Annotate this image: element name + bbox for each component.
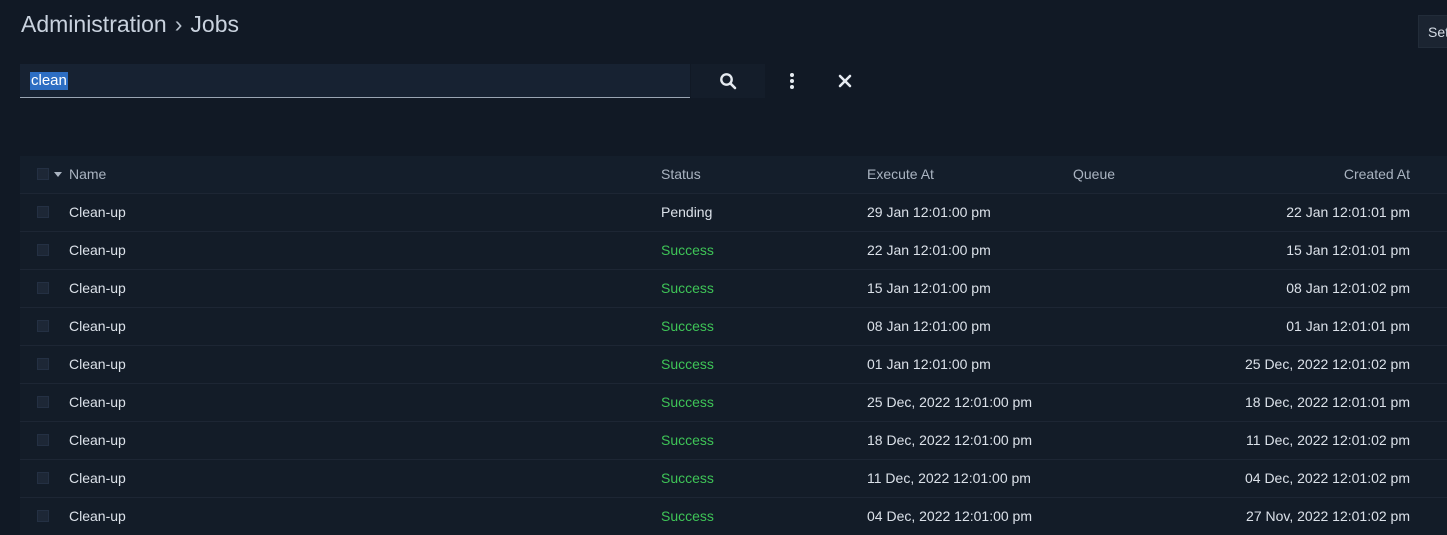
table-row[interactable]: Clean-up Success 01 Jan 12:01:00 pm 25 Dec,… — [20, 346, 1447, 384]
job-status: Success — [661, 356, 714, 372]
job-created-at: 27 Nov, 2022 12:01:02 pm — [1246, 508, 1410, 524]
search-input[interactable]: clean — [20, 64, 690, 98]
table-row[interactable]: Clean-up Success 08 Jan 12:01:00 pm 01 Jan … — [20, 308, 1447, 346]
job-execute-at: 15 Jan 12:01:00 pm — [867, 280, 991, 296]
job-execute-at: 04 Dec, 2022 12:01:00 pm — [867, 508, 1033, 524]
column-header-name[interactable]: Name — [69, 156, 106, 193]
job-name[interactable]: Clean-up — [69, 460, 126, 497]
table-row[interactable]: Clean-up Success 18 Dec, 2022 12:01:00 pm 1… — [20, 422, 1447, 460]
job-status: Success — [661, 318, 714, 334]
job-name[interactable]: Clean-up — [69, 498, 126, 535]
kebab-menu-icon — [790, 73, 794, 89]
job-execute-at: 08 Jan 12:01:00 pm — [867, 318, 991, 334]
job-name[interactable]: Clean-up — [69, 232, 126, 269]
jobs-table: Name Status Execute At Queue Created At … — [20, 156, 1447, 535]
job-status: Success — [661, 432, 714, 448]
row-checkbox[interactable] — [37, 472, 49, 484]
breadcrumb-separator: › — [174, 11, 183, 37]
job-execute-at: 22 Jan 12:01:00 pm — [867, 242, 991, 258]
job-name[interactable]: Clean-up — [69, 308, 126, 345]
job-created-at: 08 Jan 12:01:02 pm — [1286, 280, 1410, 296]
job-status: Success — [661, 394, 714, 410]
job-created-at: 18 Dec, 2022 12:01:01 pm — [1244, 394, 1410, 410]
job-created-at: 22 Jan 12:01:01 pm — [1286, 204, 1410, 220]
job-name[interactable]: Clean-up — [69, 384, 126, 421]
job-status: Success — [661, 280, 714, 296]
search-button[interactable] — [691, 64, 765, 98]
search-icon — [720, 73, 737, 90]
breadcrumb: Administration › Jobs — [21, 11, 239, 38]
settings-button[interactable]: Set — [1418, 15, 1447, 48]
job-created-at: 25 Dec, 2022 12:01:02 pm — [1244, 356, 1410, 372]
job-status: Success — [661, 508, 714, 524]
job-status: Pending — [661, 204, 713, 220]
row-checkbox[interactable] — [37, 434, 49, 446]
job-execute-at: 25 Dec, 2022 12:01:00 pm — [867, 394, 1033, 410]
row-checkbox[interactable] — [37, 358, 49, 370]
more-options-button[interactable] — [777, 64, 807, 98]
row-checkbox[interactable] — [37, 206, 49, 218]
job-created-at: 01 Jan 12:01:01 pm — [1286, 318, 1410, 334]
row-checkbox[interactable] — [37, 396, 49, 408]
job-name[interactable]: Clean-up — [69, 346, 126, 383]
job-created-at: 04 Dec, 2022 12:01:02 pm — [1244, 470, 1410, 486]
search-input-value: clean — [30, 72, 68, 90]
column-header-status[interactable]: Status — [661, 156, 701, 193]
job-execute-at: 29 Jan 12:01:00 pm — [867, 204, 991, 220]
job-execute-at: 11 Dec, 2022 12:01:00 pm — [867, 470, 1031, 486]
table-header-row: Name Status Execute At Queue Created At — [20, 156, 1447, 194]
job-name[interactable]: Clean-up — [69, 422, 126, 459]
job-execute-at: 01 Jan 12:01:00 pm — [867, 356, 991, 372]
job-created-at: 15 Jan 12:01:01 pm — [1286, 242, 1410, 258]
breadcrumb-current: Jobs — [190, 11, 239, 37]
row-checkbox[interactable] — [37, 320, 49, 332]
table-row[interactable]: Clean-up Success 11 Dec, 2022 12:01:00 pm 0… — [20, 460, 1447, 498]
table-row[interactable]: Clean-up Success 15 Jan 12:01:00 pm 08 Jan … — [20, 270, 1447, 308]
clear-search-button[interactable] — [829, 64, 861, 98]
job-status: Success — [661, 242, 714, 258]
job-name[interactable]: Clean-up — [69, 270, 126, 307]
row-checkbox[interactable] — [37, 282, 49, 294]
table-row[interactable]: Clean-up Pending 29 Jan 12:01:00 pm 22 Jan … — [20, 194, 1447, 232]
row-checkbox[interactable] — [37, 244, 49, 256]
job-status: Success — [661, 470, 714, 486]
sort-caret-icon[interactable] — [54, 172, 62, 177]
column-header-queue[interactable]: Queue — [1073, 156, 1115, 193]
table-row[interactable]: Clean-up Success 22 Jan 12:01:00 pm 15 Jan … — [20, 232, 1447, 270]
job-name[interactable]: Clean-up — [69, 194, 126, 231]
table-row[interactable]: Clean-up Success 25 Dec, 2022 12:01:00 pm 1… — [20, 384, 1447, 422]
select-all-checkbox[interactable] — [37, 168, 49, 180]
job-created-at: 11 Dec, 2022 12:01:02 pm — [1246, 432, 1410, 448]
job-execute-at: 18 Dec, 2022 12:01:00 pm — [867, 432, 1033, 448]
close-icon — [838, 74, 852, 88]
table-row[interactable]: Clean-up Success 04 Dec, 2022 12:01:00 pm 2… — [20, 498, 1447, 535]
column-header-created-at[interactable]: Created At — [1344, 156, 1410, 193]
column-header-execute-at[interactable]: Execute At — [867, 156, 934, 193]
jobs-page: Administration › Jobs Set clean Name Statu… — [0, 0, 1447, 535]
breadcrumb-administration-link[interactable]: Administration — [21, 11, 167, 37]
row-checkbox[interactable] — [37, 510, 49, 522]
